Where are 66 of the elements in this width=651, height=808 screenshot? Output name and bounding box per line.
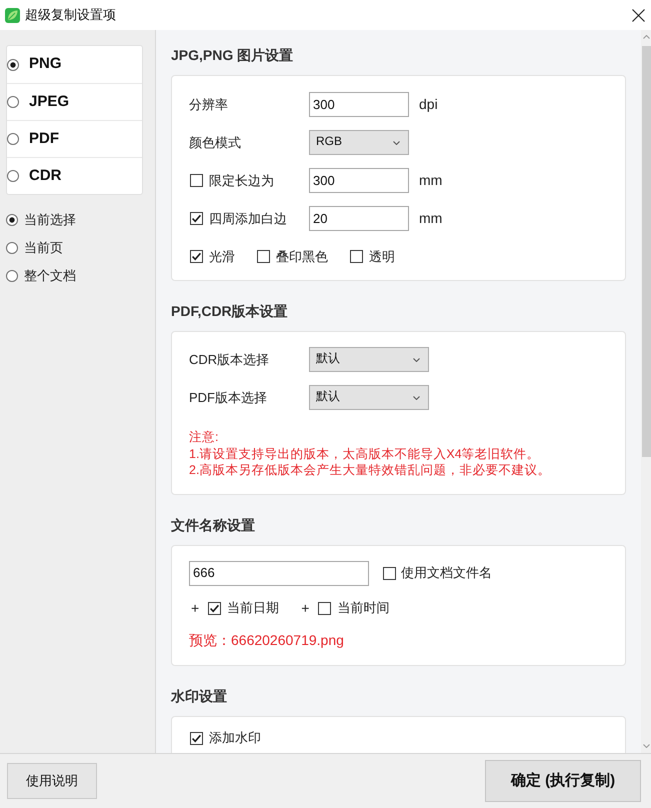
chevron-down-icon bbox=[413, 358, 420, 362]
filename-preview: 预览：66620260719.png bbox=[189, 630, 345, 648]
radio-button[interactable] bbox=[7, 96, 19, 108]
field-label: CDR版本选择 bbox=[189, 350, 270, 369]
chevron-down-icon bbox=[393, 140, 400, 144]
checkbox[interactable] bbox=[190, 250, 203, 263]
radio-button[interactable] bbox=[6, 214, 18, 226]
scrollbar-thumb[interactable] bbox=[642, 46, 650, 457]
checkbox-label: 使用文档文件名 bbox=[401, 564, 492, 582]
radio-button[interactable] bbox=[6, 270, 18, 282]
radio-button[interactable] bbox=[6, 242, 18, 254]
format-option-label: JPEG bbox=[29, 92, 70, 112]
section-title: 水印设置 bbox=[171, 686, 228, 706]
section-title: PDF,CDR版本设置 bbox=[171, 302, 289, 321]
format-option-label: CDR bbox=[29, 166, 62, 186]
checkbox[interactable] bbox=[350, 250, 363, 263]
scope-option-label: 当前页 bbox=[24, 239, 63, 258]
checkbox[interactable] bbox=[257, 250, 270, 263]
plus-sign: + bbox=[190, 598, 200, 618]
checkbox[interactable] bbox=[318, 602, 332, 614]
input-field[interactable]: 300 bbox=[309, 92, 409, 117]
dropdown[interactable]: 默认 bbox=[309, 347, 429, 372]
section-title: JPG,PNG 图片设置 bbox=[171, 46, 294, 65]
checkbox-label: 透明 bbox=[369, 248, 395, 264]
checkbox-label: 四周添加白边 bbox=[209, 210, 287, 228]
field-label: PDF版本选择 bbox=[189, 388, 268, 407]
checkbox[interactable] bbox=[208, 602, 222, 614]
format-option-label: PDF bbox=[29, 128, 59, 149]
radio-button[interactable] bbox=[7, 133, 19, 145]
chevron-down-icon bbox=[413, 396, 420, 400]
checkbox[interactable] bbox=[190, 732, 203, 744]
input-field[interactable]: 300 bbox=[309, 168, 409, 193]
dropdown[interactable]: RGB bbox=[309, 130, 409, 155]
scope-option-label: 整个文档 bbox=[24, 267, 76, 286]
help-button[interactable]: 使用说明 bbox=[7, 763, 97, 799]
close-icon[interactable] bbox=[632, 8, 645, 22]
radio-button[interactable] bbox=[7, 170, 19, 182]
format-option-label: PNG bbox=[29, 54, 62, 74]
plus-sign: + bbox=[300, 598, 310, 618]
scope-option-label: 当前选择 bbox=[24, 211, 76, 230]
warning-note-line: 1.请设置支持导出的版本，太高版本不能导入X4等老旧软件。 bbox=[189, 446, 541, 462]
unit-label: mm bbox=[419, 171, 442, 190]
checkbox-label: 光滑 bbox=[209, 248, 235, 264]
confirm-button[interactable]: 确定 (执行复制) bbox=[485, 760, 641, 802]
unit-label: dpi bbox=[419, 95, 438, 114]
checkbox-label: 当前时间 bbox=[337, 599, 390, 618]
app-logo-icon bbox=[5, 8, 20, 22]
dropdown[interactable]: 默认 bbox=[309, 385, 429, 410]
window-title: 超级复制设置项 bbox=[25, 6, 116, 24]
checkbox-label: 限定长边为 bbox=[209, 172, 274, 190]
scrollbar-track[interactable] bbox=[641, 30, 651, 753]
field-label: 颜色模式 bbox=[189, 134, 242, 152]
unit-label: mm bbox=[419, 209, 442, 228]
section-title: 文件名称设置 bbox=[171, 516, 256, 534]
checkbox-label: 添加水印 bbox=[209, 730, 261, 746]
input-field[interactable]: 666 bbox=[189, 560, 369, 586]
warning-note-line: 2.高版本另存低版本会产生大量特效错乱问题，非必要不建议。 bbox=[189, 462, 552, 478]
checkbox-label: 叠印黑色 bbox=[276, 248, 328, 264]
checkbox[interactable] bbox=[190, 212, 203, 225]
checkbox[interactable] bbox=[383, 566, 396, 580]
checkbox-label: 当前日期 bbox=[227, 599, 280, 618]
input-field[interactable]: 20 bbox=[309, 206, 409, 231]
radio-button[interactable] bbox=[7, 58, 19, 70]
field-label: 分辨率 bbox=[189, 96, 229, 114]
checkbox[interactable] bbox=[190, 174, 203, 187]
warning-note-line: 注意: bbox=[189, 429, 220, 446]
